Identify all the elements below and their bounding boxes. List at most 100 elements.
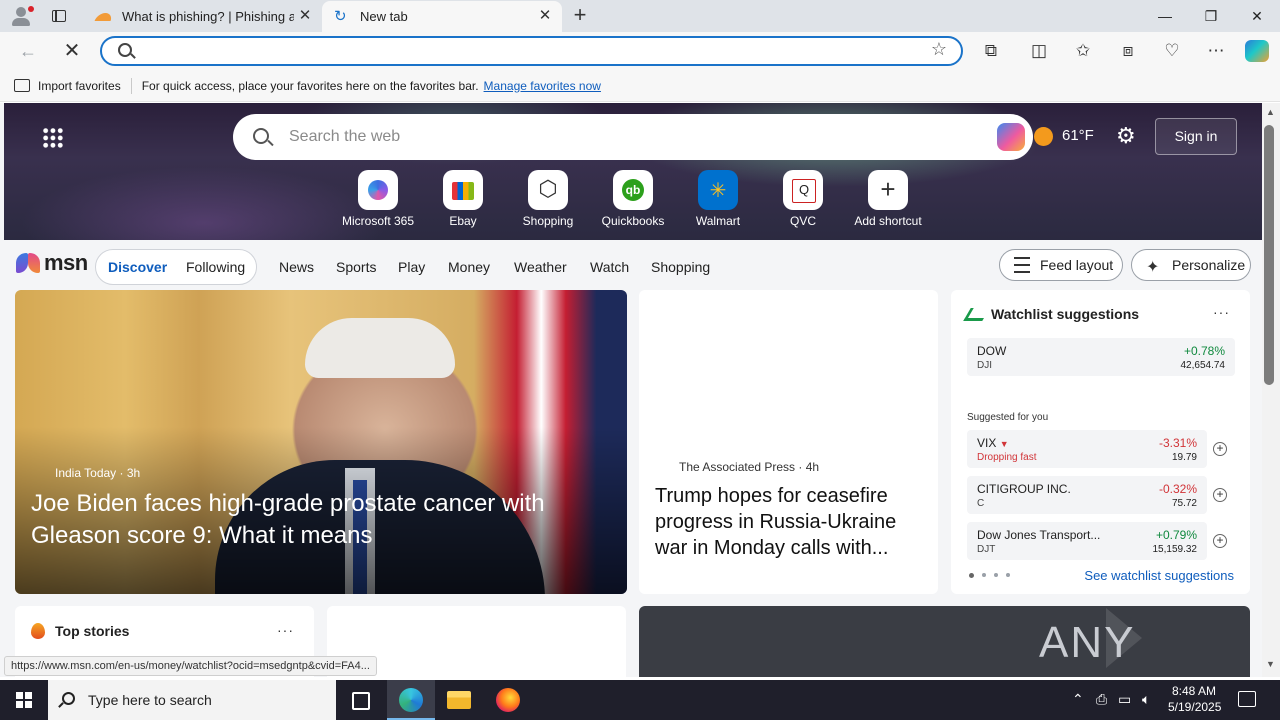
shortcut-label: Microsoft 365: [341, 214, 415, 228]
import-favorites-button[interactable]: Import favorites: [38, 79, 121, 93]
shortcut-microsoft-365[interactable]: Microsoft 365: [333, 170, 423, 228]
scroll-down-icon[interactable]: ▼: [1266, 659, 1275, 669]
profile-icon[interactable]: [8, 4, 34, 28]
personalize-label: Personalize: [1172, 257, 1246, 273]
manage-favorites-link[interactable]: Manage favorites now: [484, 79, 601, 93]
tab-discover[interactable]: Discover: [108, 259, 167, 275]
msn-nav-bar: msn Discover Following News Sports Play …: [0, 244, 1262, 286]
nav-play[interactable]: Play: [398, 259, 425, 275]
watchlist-row-citigroup[interactable]: CITIGROUP INC. C -0.32% 75.72 +: [967, 476, 1227, 514]
stock-note: Dropping fast: [977, 452, 1037, 463]
personalize-button[interactable]: Personalize: [1131, 249, 1251, 283]
address-input[interactable]: [142, 40, 922, 62]
shortcut-quickbooks[interactable]: Quickbooks: [588, 170, 678, 228]
feed-layout-label: Feed layout: [1040, 257, 1114, 273]
notifications-icon[interactable]: [1238, 691, 1256, 707]
close-tab-icon[interactable]: ✕: [536, 7, 554, 25]
network-icon[interactable]: ▭: [1118, 691, 1131, 708]
add-to-watchlist-button[interactable]: +: [1213, 442, 1227, 456]
split-screen-icon[interactable]: ◫: [1025, 38, 1053, 64]
app-launcher-icon[interactable]: [42, 127, 64, 149]
weather-temperature[interactable]: 61°F: [1062, 127, 1094, 144]
favorites-icon[interactable]: ✩: [1069, 38, 1097, 64]
extensions-icon[interactable]: ⧉: [977, 38, 1005, 64]
stock-name-text: VIX: [977, 436, 997, 450]
stock-price: 75.72: [1171, 498, 1197, 509]
add-shortcut-button[interactable]: Add shortcut: [843, 170, 933, 228]
file-explorer-icon[interactable]: [435, 680, 483, 720]
carousel-dots[interactable]: [969, 573, 1010, 578]
weather-sun-icon[interactable]: [1034, 127, 1053, 146]
tab-actions-icon[interactable]: [48, 6, 70, 26]
lead-story-card[interactable]: India Today · 3h Joe Biden faces high-gr…: [15, 290, 627, 594]
stop-loading-button[interactable]: ✕: [58, 38, 86, 64]
qvc-icon: [783, 170, 823, 210]
more-options-icon[interactable]: ···: [1213, 304, 1230, 320]
watchlist-row-djt[interactable]: Dow Jones Transport... DJT +0.79% 15,159…: [967, 522, 1227, 560]
close-window-button[interactable]: ✕: [1234, 0, 1280, 32]
nav-sports[interactable]: Sports: [336, 259, 376, 275]
nav-watch[interactable]: Watch: [590, 259, 629, 275]
story-headline[interactable]: Joe Biden faces high-grade prostate canc…: [31, 488, 611, 552]
add-to-watchlist-button[interactable]: +: [1213, 488, 1227, 502]
watchlist-row-vix[interactable]: VIX ▼ Dropping fast -3.31% 19.79 +: [967, 430, 1227, 468]
story-source: India Today · 3h: [55, 466, 141, 480]
shortcut-shopping[interactable]: Shopping: [503, 170, 593, 228]
show-hidden-icons-icon[interactable]: ⌃: [1072, 691, 1084, 708]
tab-new-tab[interactable]: New tab ✕: [322, 1, 562, 32]
more-options-icon[interactable]: ⋯: [1202, 38, 1230, 64]
watchlist-title[interactable]: Watchlist suggestions: [991, 306, 1139, 322]
stock-price: 42,654.74: [1180, 360, 1226, 371]
browser-essentials-icon[interactable]: ♡: [1158, 38, 1186, 64]
collections-icon[interactable]: ⧈: [1114, 38, 1142, 64]
restore-button[interactable]: ❐: [1188, 0, 1234, 32]
close-tab-icon[interactable]: ✕: [296, 7, 314, 25]
shortcut-ebay[interactable]: Ebay: [418, 170, 508, 228]
watchlist-row-dow[interactable]: DOW DJI +0.78% 42,654.74: [967, 338, 1235, 376]
walmart-icon: [698, 170, 738, 210]
scroll-up-icon[interactable]: ▲: [1266, 107, 1275, 117]
windows-logo-icon: [16, 692, 32, 708]
nav-news[interactable]: News: [279, 259, 314, 275]
minimize-button[interactable]: —: [1142, 0, 1188, 32]
web-search-box[interactable]: [233, 114, 1033, 160]
add-to-watchlist-button[interactable]: +: [1213, 534, 1227, 548]
new-tab-button[interactable]: +: [568, 4, 592, 28]
web-search-input[interactable]: [289, 126, 929, 148]
tab-phishing[interactable]: What is phishing? | Phishing atta ✕: [84, 1, 322, 32]
shortcut-qvc[interactable]: QVC: [758, 170, 848, 228]
nav-weather[interactable]: Weather: [514, 259, 567, 275]
msn-logo[interactable]: msn: [16, 250, 88, 276]
clock[interactable]: 8:48 AM 5/19/2025: [1168, 683, 1221, 715]
shortcut-label: QVC: [789, 214, 816, 228]
video-card[interactable]: ANY RUN: [639, 606, 1250, 677]
firefox-icon[interactable]: [484, 680, 532, 720]
copilot-icon[interactable]: [1245, 40, 1269, 62]
task-view-icon[interactable]: [336, 680, 384, 720]
vertical-scrollbar[interactable]: ▲ ▼: [1262, 103, 1280, 677]
stock-name: Dow Jones Transport...: [977, 528, 1101, 542]
feed-layout-button[interactable]: Feed layout: [999, 249, 1123, 281]
tab-following[interactable]: Following: [186, 259, 245, 275]
copilot-search-icon[interactable]: [997, 123, 1025, 151]
story-headline[interactable]: Trump hopes for ceasefire progress in Ru…: [655, 483, 925, 561]
scrollbar-thumb[interactable]: [1264, 125, 1274, 385]
nav-shopping[interactable]: Shopping: [651, 259, 710, 275]
settings-gear-icon[interactable]: ⚙: [1116, 123, 1136, 149]
start-button[interactable]: [0, 680, 48, 720]
back-button[interactable]: ←: [14, 38, 42, 64]
favorite-star-icon[interactable]: ☆: [931, 39, 947, 60]
device-icon[interactable]: ⎙: [1096, 691, 1107, 708]
address-bar[interactable]: ☆: [100, 36, 963, 66]
second-story-card[interactable]: The Associated Press · 4h Trump hopes fo…: [639, 290, 938, 594]
more-options-icon[interactable]: ···: [277, 622, 294, 638]
taskbar-search-box[interactable]: Type here to search: [48, 680, 336, 720]
see-watchlist-suggestions-link[interactable]: See watchlist suggestions: [1084, 568, 1234, 583]
nav-money[interactable]: Money: [448, 259, 490, 275]
top-stories-title[interactable]: Top stories: [55, 623, 129, 639]
shortcut-walmart[interactable]: Walmart: [673, 170, 763, 228]
edge-browser-icon[interactable]: [387, 680, 435, 720]
shopping-tag-icon: [528, 170, 568, 210]
sign-in-button[interactable]: Sign in: [1155, 118, 1237, 155]
volume-icon[interactable]: 🔈︎: [1142, 691, 1150, 708]
